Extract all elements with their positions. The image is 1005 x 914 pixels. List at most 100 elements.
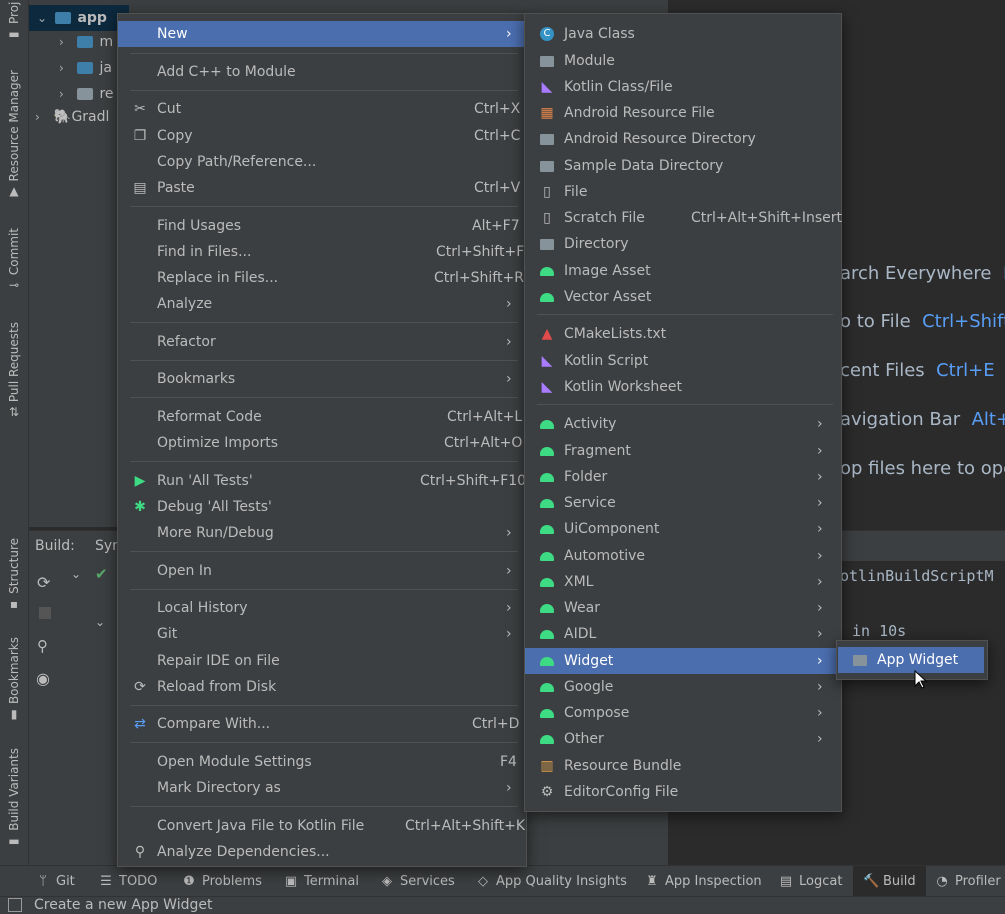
new-item-kotlin-class[interactable]: ◣ Kotlin Class/File xyxy=(525,74,839,100)
widget-item-app-widget[interactable]: App Widget xyxy=(838,647,984,673)
status-bar: Create a new App Widget xyxy=(0,896,1005,914)
menu-item-analyze-dependencies[interactable]: ⚲ Analyze Dependencies... xyxy=(118,839,524,865)
tool-git[interactable]: ᛘ Git xyxy=(36,866,75,897)
menu-item-new[interactable]: New › xyxy=(118,21,524,47)
chevron-down-icon[interactable]: ⌄ xyxy=(95,615,105,629)
new-item-google[interactable]: Google › xyxy=(525,674,839,700)
tool-problems[interactable]: ❶ Problems xyxy=(182,866,262,897)
new-item-other[interactable]: Other › xyxy=(525,726,839,752)
menu-item-repair-ide[interactable]: Repair IDE on File xyxy=(118,648,524,674)
tab-structure[interactable]: Structure ▪ xyxy=(0,538,28,610)
structure-icon: ▪ xyxy=(9,596,19,611)
tree-root-app[interactable]: ⌄ app xyxy=(29,5,129,31)
stop-icon[interactable] xyxy=(39,607,51,619)
chevron-right-icon: › xyxy=(817,548,823,564)
menu-item-reformat-code[interactable]: Reformat Code Ctrl+Alt+L xyxy=(118,404,524,430)
tab-commit[interactable]: Commit ⊸ xyxy=(0,228,28,291)
tab-pull-requests[interactable]: Pull Requests ⇅ xyxy=(0,322,28,418)
new-item-uicomponent[interactable]: UiComponent › xyxy=(525,516,839,542)
tool-logcat[interactable]: ▤ Logcat xyxy=(779,866,843,897)
menu-item-find-usages[interactable]: Find Usages Alt+F7 xyxy=(118,213,524,239)
app-inspection-icon: ♜ xyxy=(646,874,658,889)
widget-submenu: App Widget xyxy=(836,640,988,680)
menu-item-open-in[interactable]: Open In › xyxy=(118,558,524,584)
tree-item-m[interactable]: › m xyxy=(59,29,113,55)
new-item-automotive[interactable]: Automotive › xyxy=(525,543,839,569)
chevron-right-icon: › xyxy=(506,600,512,616)
chevron-down-icon: ⌄ xyxy=(37,11,48,25)
check-icon: ✔ xyxy=(95,565,108,583)
menu-item-refactor[interactable]: Refactor › xyxy=(118,329,524,355)
menu-item-convert-to-kotlin[interactable]: Convert Java File to Kotlin File Ctrl+Alt… xyxy=(118,813,525,839)
tool-app-inspection[interactable]: ♜ App Inspection xyxy=(645,866,762,897)
menu-item-find-in-files[interactable]: Find in Files... Ctrl+Shift+F xyxy=(118,239,524,265)
menu-item-paste[interactable]: ▤ Paste Ctrl+V xyxy=(118,175,524,201)
menu-item-open-module-settings[interactable]: Open Module Settings F4 xyxy=(118,749,524,775)
new-item-widget[interactable]: Widget › xyxy=(525,648,839,674)
menu-item-debug-all-tests[interactable]: ✱ Debug 'All Tests' xyxy=(118,494,524,520)
new-item-file[interactable]: ▯ File xyxy=(525,179,839,205)
tool-profiler[interactable]: ◔ Profiler xyxy=(935,866,1000,897)
new-item-cmakelists[interactable]: ▲ CMakeLists.txt xyxy=(525,321,839,347)
tab-build-variants[interactable]: Build Variants ▬ xyxy=(0,748,28,847)
tool-app-quality-insights[interactable]: ◇ App Quality Insights xyxy=(476,866,627,897)
menu-item-compare-with[interactable]: ⇄ Compare With... Ctrl+D xyxy=(118,711,524,737)
tree-item-ja[interactable]: › ja xyxy=(59,55,112,81)
new-item-scratch-file[interactable]: ▯ Scratch File Ctrl+Alt+Shift+Insert xyxy=(525,205,842,231)
menu-item-replace-in-files[interactable]: Replace in Files... Ctrl+Shift+R xyxy=(118,265,524,291)
eye-icon[interactable]: ◉ xyxy=(36,669,50,688)
chevron-right-icon: › xyxy=(817,653,823,669)
chevron-down-icon[interactable]: ⌄ xyxy=(71,567,81,581)
menu-item-local-history[interactable]: Local History › xyxy=(118,595,524,621)
new-item-java-class[interactable]: C Java Class xyxy=(525,21,839,47)
new-item-directory[interactable]: Directory xyxy=(525,231,839,257)
tab-resource-manager[interactable]: Resource Manager ▲ xyxy=(0,70,28,197)
new-item-folder[interactable]: Folder › xyxy=(525,464,839,490)
menu-item-run-all-tests[interactable]: ▶ Run 'All Tests' Ctrl+Shift+F10 xyxy=(118,468,526,494)
new-item-editorconfig[interactable]: ⚙ EditorConfig File xyxy=(525,779,839,805)
tab-project-label: Project xyxy=(7,2,21,24)
menu-item-more-run-debug[interactable]: More Run/Debug › xyxy=(118,520,524,546)
tool-terminal[interactable]: ▣ Terminal xyxy=(284,866,359,897)
new-item-activity[interactable]: Activity › xyxy=(525,411,839,437)
menu-item-mark-directory[interactable]: Mark Directory as › xyxy=(118,775,524,801)
new-item-compose[interactable]: Compose › xyxy=(525,700,839,726)
new-item-kotlin-worksheet[interactable]: ◣ Kotlin Worksheet xyxy=(525,374,839,400)
menu-item-reload-from-disk[interactable]: ⟳ Reload from Disk xyxy=(118,674,524,700)
menu-item-optimize-imports[interactable]: Optimize Imports Ctrl+Alt+O xyxy=(118,430,524,456)
tool-terminal-label: Terminal xyxy=(304,874,359,889)
new-item-android-resource-directory[interactable]: Android Resource Directory xyxy=(525,126,839,152)
new-item-image-asset[interactable]: Image Asset xyxy=(525,258,839,284)
tool-build-label: Build xyxy=(883,874,916,889)
menu-item-copy[interactable]: ❐ Copy Ctrl+C xyxy=(118,123,524,149)
tool-todo[interactable]: ☰ TODO xyxy=(99,866,157,897)
menu-item-analyze[interactable]: Analyze › xyxy=(118,291,524,317)
menu-item-git[interactable]: Git › xyxy=(118,621,524,647)
new-item-resource-bundle[interactable]: ▥ Resource Bundle xyxy=(525,753,839,779)
logcat-icon: ▤ xyxy=(779,874,793,889)
tree-item-gradle[interactable]: › 🐘Gradl xyxy=(35,104,109,130)
new-item-vector-asset[interactable]: Vector Asset xyxy=(525,284,839,310)
new-item-wear[interactable]: Wear › xyxy=(525,595,839,621)
new-item-module[interactable]: Module xyxy=(525,48,839,74)
tool-build[interactable]: 🔨 Build xyxy=(853,866,926,897)
tab-bookmarks[interactable]: Bookmarks ▮ xyxy=(0,637,28,720)
menu-item-add-cpp[interactable]: Add C++ to Module xyxy=(118,59,524,85)
module-folder-icon xyxy=(55,12,72,24)
new-item-android-resource-file[interactable]: ▦ Android Resource File xyxy=(525,100,839,126)
menu-item-copy-path[interactable]: Copy Path/Reference... xyxy=(118,149,524,175)
new-item-xml[interactable]: XML › xyxy=(525,569,839,595)
tab-project[interactable]: Project ▬ xyxy=(0,2,28,40)
pull-request-icon: ⇅ xyxy=(8,405,20,420)
pin-icon[interactable]: ⚲ xyxy=(37,637,48,655)
menu-item-cut[interactable]: ✂ Cut Ctrl+X xyxy=(118,96,524,122)
new-item-sample-data-directory[interactable]: Sample Data Directory xyxy=(525,153,839,179)
sync-icon[interactable]: ⟳ xyxy=(37,573,50,592)
tool-services[interactable]: ◈ Services xyxy=(380,866,455,897)
new-item-kotlin-script[interactable]: ◣ Kotlin Script xyxy=(525,348,839,374)
new-item-fragment[interactable]: Fragment › xyxy=(525,438,839,464)
layout-toggle-icon[interactable] xyxy=(8,898,22,912)
new-item-service[interactable]: Service › xyxy=(525,490,839,516)
new-item-aidl[interactable]: AIDL › xyxy=(525,621,839,647)
menu-item-bookmarks[interactable]: Bookmarks › xyxy=(118,366,524,392)
